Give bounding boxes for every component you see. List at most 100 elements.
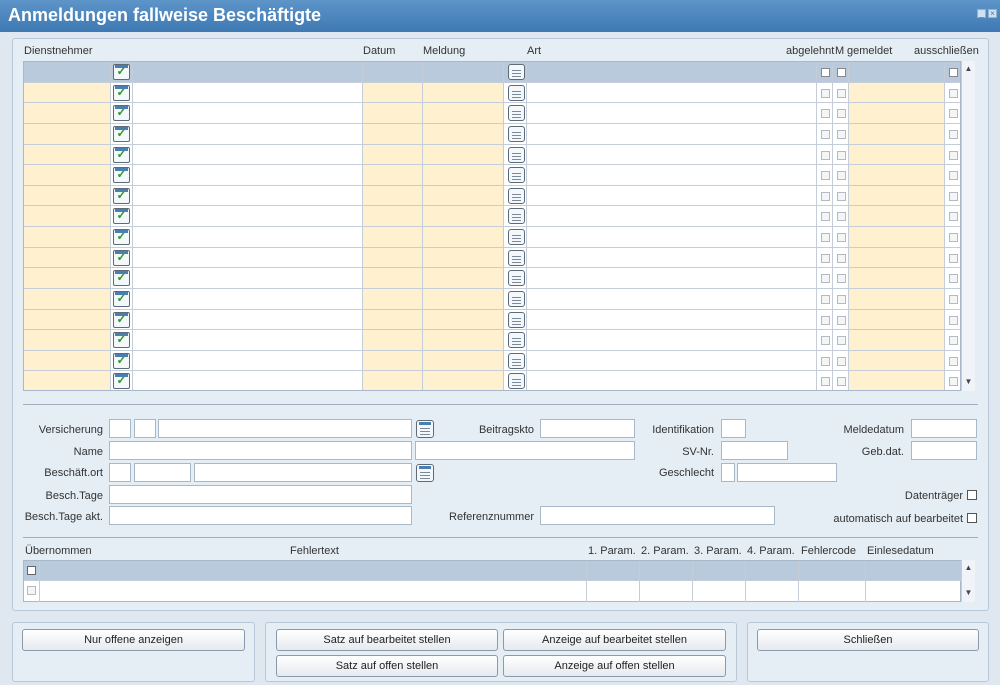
gemeldet-cell[interactable] bbox=[849, 165, 945, 185]
art-cell[interactable] bbox=[527, 309, 817, 330]
select-check-icon[interactable]: ✓ bbox=[113, 332, 130, 349]
m-checkbox[interactable] bbox=[837, 191, 846, 201]
beitragskto-field[interactable] bbox=[540, 419, 635, 438]
name-cell[interactable] bbox=[133, 82, 363, 103]
m-checkbox[interactable] bbox=[837, 274, 846, 284]
abgelehnt-checkbox[interactable] bbox=[821, 233, 830, 242]
select-check-icon[interactable]: ✓ bbox=[113, 352, 130, 369]
art-cell[interactable] bbox=[527, 103, 817, 123]
dienstnehmer-cell[interactable] bbox=[24, 123, 111, 144]
abgelehnt-checkbox[interactable] bbox=[821, 212, 830, 222]
datum-cell[interactable] bbox=[363, 144, 423, 165]
geschlecht-code-field[interactable] bbox=[721, 463, 735, 482]
name-cell[interactable] bbox=[133, 123, 363, 144]
dienstnehmer-cell[interactable] bbox=[24, 288, 111, 309]
datum-cell[interactable] bbox=[363, 268, 423, 288]
name-cell[interactable] bbox=[133, 227, 363, 247]
abgelehnt-checkbox[interactable] bbox=[821, 150, 830, 160]
m-checkbox[interactable] bbox=[837, 336, 846, 346]
dienstnehmer-cell[interactable] bbox=[24, 82, 111, 103]
abgelehnt-checkbox[interactable] bbox=[821, 171, 830, 181]
select-check-icon[interactable]: ✓ bbox=[113, 229, 130, 245]
select-check-icon[interactable]: ✓ bbox=[113, 125, 130, 142]
select-check-icon[interactable]: ✓ bbox=[113, 270, 130, 287]
meldung-cell[interactable] bbox=[423, 82, 504, 103]
abgelehnt-checkbox[interactable] bbox=[821, 377, 830, 387]
datum-cell[interactable] bbox=[363, 82, 423, 103]
art-lookup-icon[interactable] bbox=[508, 373, 525, 390]
ausschliessen-checkbox[interactable] bbox=[949, 253, 958, 263]
error-grid-scrollbar[interactable]: ▲ ▼ bbox=[961, 560, 975, 602]
meldung-cell[interactable] bbox=[423, 330, 504, 350]
ausschliessen-checkbox[interactable] bbox=[949, 109, 958, 119]
art-lookup-icon[interactable] bbox=[508, 229, 525, 245]
meldung-cell[interactable] bbox=[423, 165, 504, 185]
name-cell[interactable] bbox=[133, 350, 363, 371]
gemeldet-cell[interactable] bbox=[849, 206, 945, 226]
name-cell[interactable] bbox=[133, 288, 363, 309]
referenznummer-field[interactable] bbox=[540, 506, 775, 525]
versicherung-field-1[interactable] bbox=[109, 419, 131, 438]
scroll-up-icon[interactable]: ▲ bbox=[963, 63, 974, 75]
nur-offene-button[interactable]: Nur offene anzeigen bbox=[22, 629, 245, 651]
gemeldet-cell[interactable] bbox=[849, 350, 945, 371]
art-lookup-icon[interactable] bbox=[508, 167, 525, 184]
besch-tage-field[interactable] bbox=[109, 485, 412, 504]
name-cell[interactable] bbox=[133, 247, 363, 268]
name-cell[interactable] bbox=[133, 309, 363, 330]
name-field-2[interactable] bbox=[415, 441, 635, 460]
name-cell[interactable] bbox=[133, 268, 363, 288]
meldung-cell[interactable] bbox=[423, 123, 504, 144]
datum-cell[interactable] bbox=[363, 165, 423, 185]
scroll-up-icon[interactable]: ▲ bbox=[963, 562, 974, 574]
m-checkbox[interactable] bbox=[837, 377, 846, 387]
art-lookup-icon[interactable] bbox=[508, 332, 525, 349]
dienstnehmer-cell[interactable] bbox=[24, 227, 111, 247]
gemeldet-cell[interactable] bbox=[849, 371, 945, 390]
dienstnehmer-cell[interactable] bbox=[24, 309, 111, 330]
datum-cell[interactable] bbox=[363, 206, 423, 226]
datum-cell[interactable] bbox=[363, 123, 423, 144]
abgelehnt-checkbox[interactable] bbox=[821, 253, 830, 263]
select-check-icon[interactable]: ✓ bbox=[113, 208, 130, 225]
select-check-icon[interactable]: ✓ bbox=[113, 187, 130, 204]
gemeldet-cell[interactable] bbox=[849, 288, 945, 309]
art-cell[interactable] bbox=[527, 227, 817, 247]
art-lookup-icon[interactable] bbox=[508, 187, 525, 204]
datum-cell[interactable] bbox=[363, 62, 423, 82]
name-cell[interactable] bbox=[133, 206, 363, 226]
ausschliessen-checkbox[interactable] bbox=[949, 336, 958, 346]
gemeldet-cell[interactable] bbox=[849, 103, 945, 123]
ausschliessen-checkbox[interactable] bbox=[949, 129, 958, 139]
name-cell[interactable] bbox=[133, 62, 363, 82]
gemeldet-cell[interactable] bbox=[849, 247, 945, 268]
ausschliessen-checkbox[interactable] bbox=[949, 171, 958, 181]
art-cell[interactable] bbox=[527, 371, 817, 390]
datum-cell[interactable] bbox=[363, 350, 423, 371]
meldung-cell[interactable] bbox=[423, 350, 504, 371]
scroll-down-icon[interactable]: ▼ bbox=[963, 587, 974, 599]
art-cell[interactable] bbox=[527, 206, 817, 226]
meldung-cell[interactable] bbox=[423, 185, 504, 206]
schliessen-button[interactable]: Schließen bbox=[757, 629, 979, 651]
select-check-icon[interactable]: ✓ bbox=[113, 311, 130, 328]
m-checkbox[interactable] bbox=[837, 356, 846, 366]
anzeige-bearbeitet-button[interactable]: Anzeige auf bearbeitet stellen bbox=[503, 629, 726, 651]
select-check-icon[interactable]: ✓ bbox=[113, 167, 130, 184]
meldung-cell[interactable] bbox=[423, 268, 504, 288]
abgelehnt-checkbox[interactable] bbox=[821, 294, 830, 304]
art-lookup-icon[interactable] bbox=[508, 84, 525, 101]
meldedatum-field[interactable] bbox=[911, 419, 977, 438]
dienstnehmer-cell[interactable] bbox=[24, 103, 111, 123]
datum-cell[interactable] bbox=[363, 330, 423, 350]
satz-bearbeitet-button[interactable]: Satz auf bearbeitet stellen bbox=[276, 629, 498, 651]
gebdat-field[interactable] bbox=[911, 441, 977, 460]
gemeldet-cell[interactable] bbox=[849, 82, 945, 103]
m-checkbox[interactable] bbox=[837, 171, 846, 181]
select-all-checkbox[interactable] bbox=[27, 566, 36, 575]
gemeldet-cell[interactable] bbox=[849, 185, 945, 206]
name-cell[interactable] bbox=[133, 144, 363, 165]
gemeldet-cell[interactable] bbox=[849, 144, 945, 165]
beschaeftort-lookup-icon[interactable] bbox=[416, 464, 434, 482]
meldung-cell[interactable] bbox=[423, 371, 504, 390]
